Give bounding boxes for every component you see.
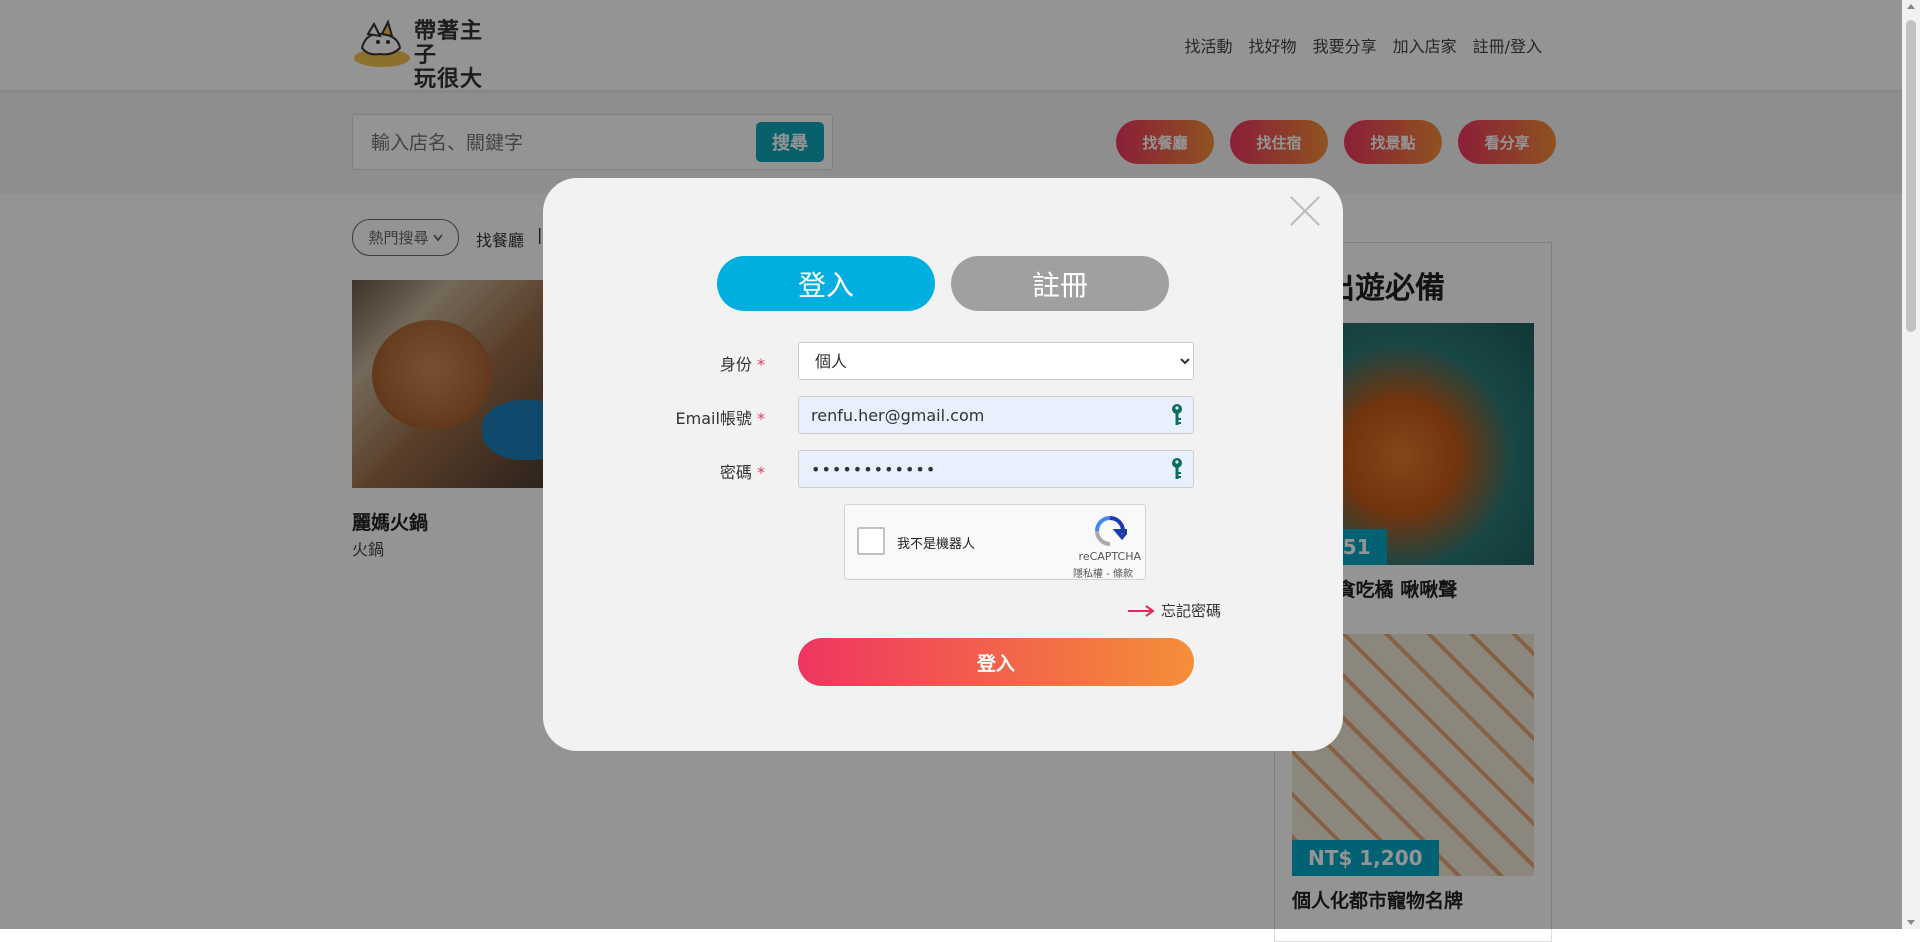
forgot-password-text: 忘記密碼 xyxy=(1160,602,1221,620)
recaptcha-checkbox[interactable] xyxy=(857,527,885,555)
login-modal: 登入 註冊 身份 * 個人 Email帳號 * 密碼 * 我不是機器人 xyxy=(543,178,1343,751)
email-label-text: Email帳號 xyxy=(675,409,752,428)
page-scrollbar[interactable] xyxy=(1902,0,1920,929)
recaptcha-icon xyxy=(1095,516,1127,546)
key-icon[interactable] xyxy=(1170,403,1184,427)
identity-select[interactable]: 個人 xyxy=(798,342,1194,380)
password-field[interactable] xyxy=(798,450,1194,488)
tab-login[interactable]: 登入 xyxy=(717,256,935,311)
email-field[interactable] xyxy=(798,396,1194,434)
recaptcha-widget: 我不是機器人 reCAPTCHA 隱私權 - 條款 xyxy=(844,504,1146,580)
recaptcha-brand: reCAPTCHA xyxy=(1078,550,1141,563)
identity-label-text: 身份 xyxy=(719,355,752,374)
forgot-password-link[interactable]: 忘記密碼 xyxy=(1127,600,1221,621)
recaptcha-links[interactable]: 隱私權 - 條款 xyxy=(1073,565,1133,580)
required-mark: * xyxy=(757,355,765,374)
scroll-up-icon[interactable] xyxy=(1907,4,1915,9)
required-mark: * xyxy=(757,409,765,428)
recaptcha-label: 我不是機器人 xyxy=(897,537,976,552)
email-label: Email帳號 * xyxy=(676,405,766,429)
close-icon[interactable] xyxy=(1289,195,1321,227)
key-icon[interactable] xyxy=(1170,457,1184,481)
scroll-down-icon[interactable] xyxy=(1907,920,1915,925)
password-label: 密碼 * xyxy=(720,459,765,483)
required-mark: * xyxy=(757,463,765,482)
arrow-right-icon xyxy=(1127,604,1155,617)
password-label-text: 密碼 xyxy=(719,463,752,482)
scroll-thumb[interactable] xyxy=(1906,20,1916,332)
tab-register[interactable]: 註冊 xyxy=(951,256,1169,311)
identity-label: 身份 * xyxy=(720,351,765,375)
login-submit-button[interactable]: 登入 xyxy=(798,638,1194,686)
